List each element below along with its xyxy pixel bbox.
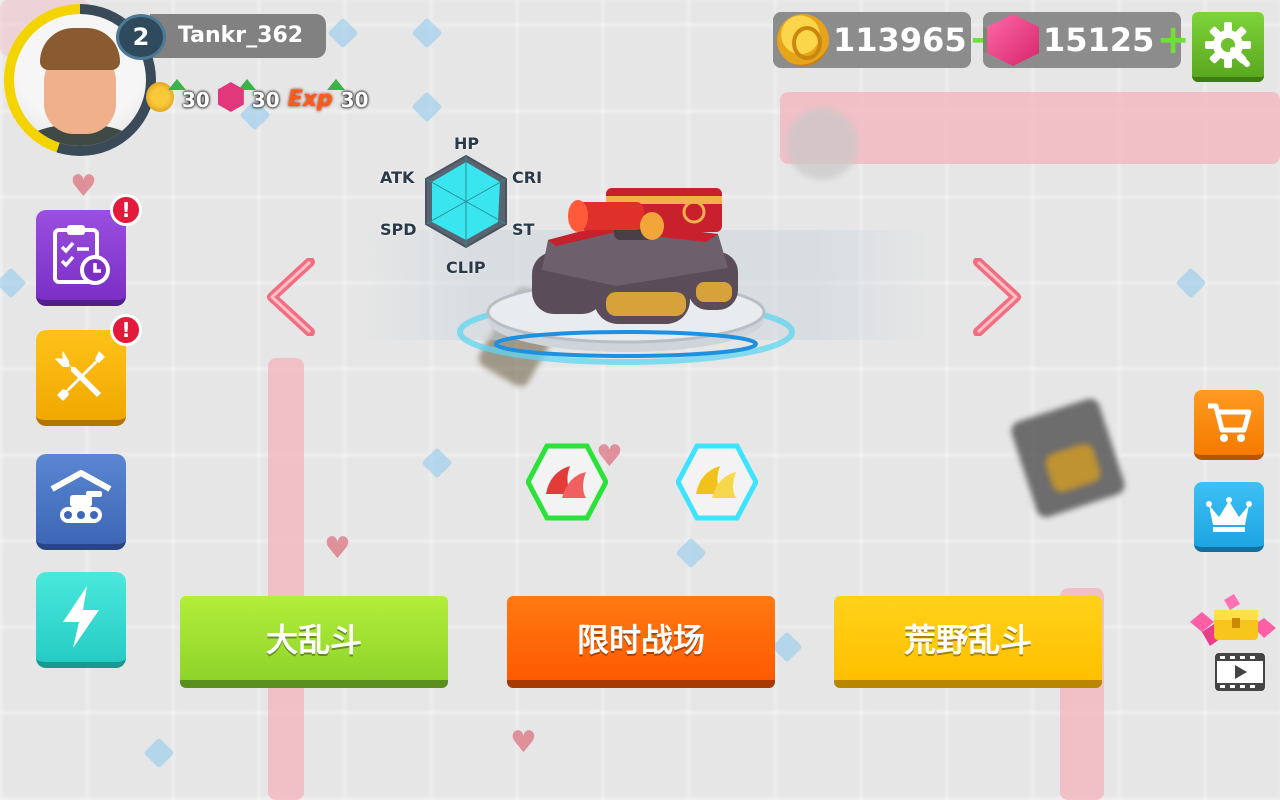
power-button[interactable] <box>36 572 126 668</box>
gem-boost-value: 30 <box>251 88 280 112</box>
upgrade-button[interactable]: ! <box>36 314 142 426</box>
lightning-bolt-icon <box>63 586 99 648</box>
ranking-button[interactable] <box>1194 482 1264 552</box>
prev-tank-button[interactable] <box>262 257 318 337</box>
bg-heart: ♥ <box>324 531 351 566</box>
video-play-icon <box>1215 653 1265 691</box>
tank-showcase[interactable] <box>456 182 796 372</box>
player-name: Tankr_362 <box>150 14 326 58</box>
exp-boost-value: 30 <box>340 88 369 112</box>
tasks-button[interactable]: ! <box>36 194 142 306</box>
skill-slot-yellow[interactable] <box>675 442 759 522</box>
boost-bar: 30 30 Exp 30 <box>146 72 369 112</box>
stat-label-spd: SPD <box>380 220 417 239</box>
chevron-left-icon <box>267 257 315 337</box>
wrench-screwdriver-icon <box>55 351 105 401</box>
yellow-skill-icon <box>675 443 759 521</box>
wild-brawl-button[interactable]: 荒野乱斗 <box>834 596 1102 688</box>
pink-gem-icon <box>987 14 1039 66</box>
tank-model <box>457 188 795 365</box>
coin-boost-value: 30 <box>182 88 210 112</box>
garage-tank-icon <box>50 470 112 523</box>
stat-label-atk: ATK <box>380 168 415 187</box>
shop-button[interactable] <box>1194 390 1264 460</box>
player-level-badge: 2 <box>116 14 166 60</box>
tasks-alert-badge: ! <box>110 194 142 226</box>
settings-button[interactable] <box>1192 12 1264 82</box>
timed-battle-button[interactable]: 限时战场 <box>507 596 775 688</box>
coin-amount: 113965 <box>833 21 967 59</box>
gem-amount: 15125 <box>1043 21 1155 59</box>
shopping-cart-icon <box>1208 403 1252 442</box>
red-skill-icon <box>525 443 609 521</box>
add-gems-icon[interactable]: + <box>1156 20 1190 60</box>
video-reward-button[interactable] <box>1180 592 1280 696</box>
skill-slot-red[interactable] <box>525 442 609 522</box>
chevron-right-icon <box>973 257 1021 337</box>
arena-boulder <box>786 108 858 180</box>
garage-button[interactable] <box>36 454 126 550</box>
arena-wall <box>268 358 304 800</box>
crown-icon <box>1206 496 1252 532</box>
avatar-hair <box>40 28 120 70</box>
coin-balance[interactable]: 113965 + <box>773 12 1002 68</box>
clipboard-clock-icon <box>53 225 110 285</box>
gem-boost: 30 <box>217 72 280 112</box>
bg-heart: ♥ <box>70 169 97 204</box>
gear-icon <box>1205 21 1251 68</box>
gem-balance[interactable]: 15125 + <box>983 12 1190 68</box>
brawl-mode-button[interactable]: 大乱斗 <box>180 596 448 688</box>
gold-coin-icon <box>777 14 829 66</box>
upgrade-alert-badge: ! <box>110 314 142 346</box>
exp-icon: Exp <box>287 87 333 112</box>
next-tank-button[interactable] <box>970 257 1026 337</box>
coin-boost: 30 <box>146 72 210 112</box>
stat-label-hp: HP <box>454 134 480 153</box>
bg-heart: ♥ <box>510 725 537 760</box>
exp-boost: Exp 30 <box>288 72 369 112</box>
gem-chest-icon <box>1190 594 1276 646</box>
